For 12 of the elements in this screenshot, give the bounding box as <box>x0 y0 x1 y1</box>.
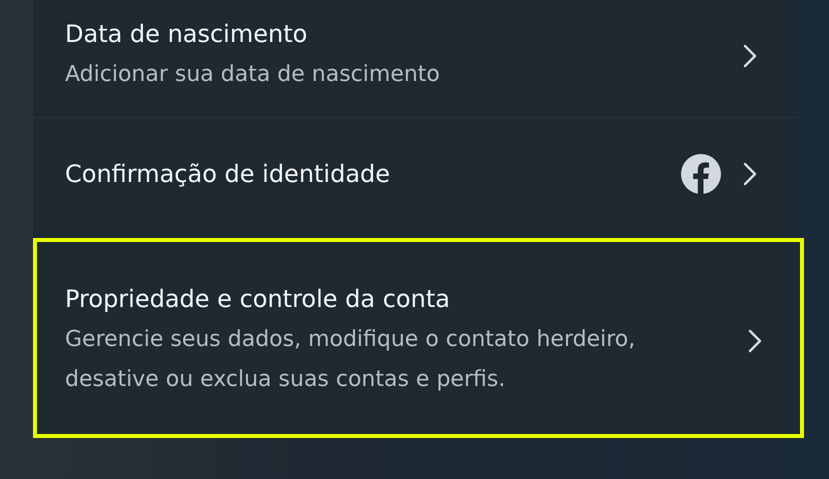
facebook-logo-icon <box>681 154 721 194</box>
settings-row[interactable]: Data de nascimento Adicionar sua data de nascimento <box>33 0 797 117</box>
row-subtitle: Gerencie seus dados, modifique o contato herdeiro, desative ou exclua suas contas e perfis. <box>65 326 636 394</box>
row-title: Propriedade e controle da conta <box>65 284 451 314</box>
settings-row[interactable]: Confirmação de identidade <box>33 117 797 230</box>
row-title: Data de nascimento <box>65 18 308 50</box>
row-subtitle: Adicionar sua data de nascimento <box>65 60 441 88</box>
chevron-right-icon <box>743 44 757 68</box>
chevron-right-icon <box>748 328 762 352</box>
chevron-right-icon <box>743 162 757 186</box>
row-title: Confirmação de identidade <box>65 159 392 190</box>
highlighted-settings-row[interactable]: Propriedade e controle da conta Gerencie seus dados, modifique o contato herdeiro, desative ou exclua suas contas e perfis. <box>35 240 802 436</box>
